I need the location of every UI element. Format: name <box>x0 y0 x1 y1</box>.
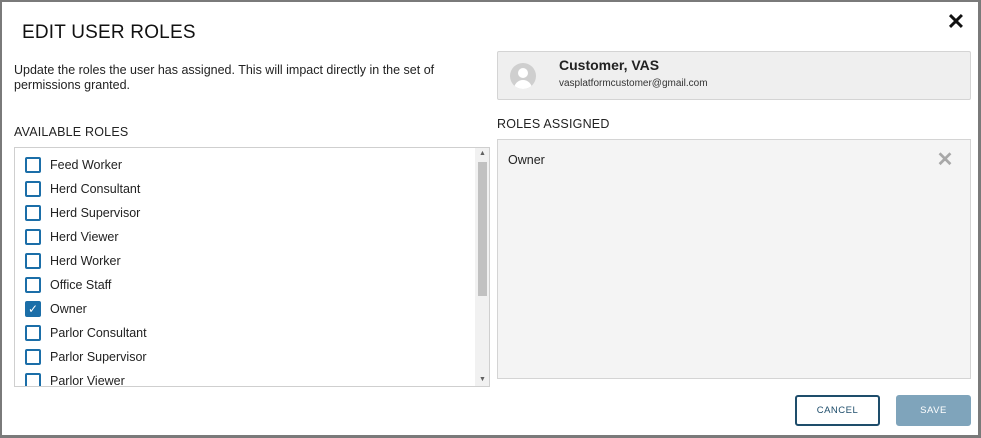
role-item[interactable]: Herd Consultant <box>25 179 140 199</box>
role-item[interactable]: Herd Viewer <box>25 227 119 247</box>
role-label: Herd Supervisor <box>50 206 141 220</box>
user-name: Customer, VAS <box>559 57 660 73</box>
assigned-role-label: Owner <box>508 153 545 167</box>
role-label: Owner <box>50 302 87 316</box>
user-email: vasplatformcustomer@gmail.com <box>559 78 708 89</box>
close-icon[interactable]: ✕ <box>945 11 967 33</box>
user-card: Customer, VAS vasplatformcustomer@gmail.… <box>497 51 971 100</box>
role-item[interactable]: ✓ Owner <box>25 299 87 319</box>
scrollbar-thumb[interactable] <box>478 162 487 296</box>
role-item[interactable]: Parlor Supervisor <box>25 347 147 367</box>
role-label: Office Staff <box>50 278 112 292</box>
modal-description: Update the roles the user has assigned. … <box>14 63 435 92</box>
modal-title: EDIT USER ROLES <box>22 22 196 43</box>
role-label: Parlor Supervisor <box>50 350 147 364</box>
role-checkbox[interactable] <box>25 277 41 293</box>
role-label: Parlor Viewer <box>50 374 125 387</box>
role-checkbox[interactable] <box>25 253 41 269</box>
role-checkbox-checked[interactable]: ✓ <box>25 301 41 317</box>
role-label: Herd Viewer <box>50 230 119 244</box>
role-checkbox[interactable] <box>25 181 41 197</box>
role-checkbox[interactable] <box>25 325 41 341</box>
role-item[interactable]: Feed Worker <box>25 155 122 175</box>
scroll-up-arrow-icon[interactable]: ▲ <box>475 148 489 160</box>
available-roles-label: AVAILABLE ROLES <box>14 125 129 139</box>
assigned-role-item: Owner ✕ <box>498 150 970 170</box>
check-icon: ✓ <box>27 302 39 316</box>
role-item[interactable]: Herd Worker <box>25 251 121 271</box>
role-checkbox[interactable] <box>25 349 41 365</box>
role-label: Feed Worker <box>50 158 123 172</box>
role-checkbox[interactable] <box>25 373 41 386</box>
user-avatar-icon <box>510 63 536 89</box>
role-checkbox[interactable] <box>25 157 41 173</box>
edit-user-roles-modal: EDIT USER ROLES ✕ Update the roles the u… <box>0 0 981 438</box>
remove-role-icon[interactable]: ✕ <box>935 150 955 170</box>
scroll-down-arrow-icon[interactable]: ▼ <box>475 374 489 386</box>
scrollbar[interactable]: ▲ ▼ <box>475 148 489 386</box>
role-checkbox[interactable] <box>25 205 41 221</box>
role-item[interactable]: Parlor Viewer <box>25 371 125 387</box>
role-item[interactable]: Herd Supervisor <box>25 203 140 223</box>
role-checkbox[interactable] <box>25 229 41 245</box>
role-item[interactable]: Parlor Consultant <box>25 323 147 343</box>
save-button[interactable]: SAVE <box>896 395 971 426</box>
assigned-roles-list: Owner ✕ <box>497 139 971 379</box>
available-roles-list: Feed Worker Herd Consultant Herd Superviso… <box>14 147 490 387</box>
role-label: Parlor Consultant <box>50 326 147 340</box>
role-label: Herd Worker <box>50 254 121 268</box>
cancel-button[interactable]: CANCEL <box>795 395 880 426</box>
role-item[interactable]: Office Staff <box>25 275 111 295</box>
role-label: Herd Consultant <box>50 182 141 196</box>
roles-assigned-label: ROLES ASSIGNED <box>497 117 610 131</box>
